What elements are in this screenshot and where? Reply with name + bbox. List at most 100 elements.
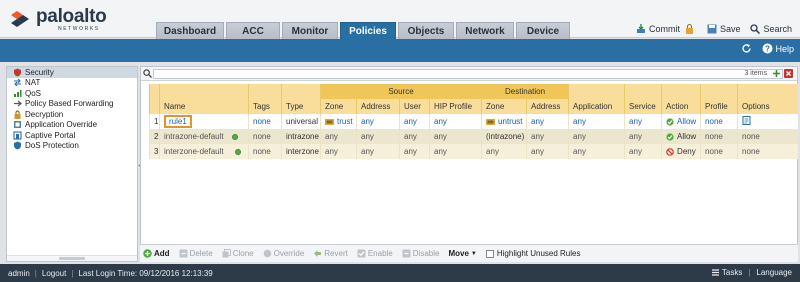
commit-lock-button[interactable] bbox=[685, 24, 697, 34]
destination-address-cell[interactable]: any bbox=[526, 129, 569, 144]
clone-button[interactable]: Clone bbox=[222, 249, 254, 258]
tab-acc[interactable]: ACC bbox=[226, 22, 280, 39]
sidebar-item-dos-protection[interactable]: DoS Protection bbox=[7, 141, 137, 152]
sidebar-item-application-override[interactable]: Application Override bbox=[7, 120, 137, 131]
clear-filter-icon[interactable] bbox=[784, 69, 793, 78]
add-button[interactable]: Add bbox=[143, 249, 170, 258]
language-button[interactable]: Language bbox=[756, 268, 792, 277]
column-header-source-address[interactable]: Address bbox=[356, 99, 400, 114]
sidebar-scrollbar[interactable] bbox=[7, 255, 137, 261]
type-cell[interactable]: interzone bbox=[281, 144, 321, 159]
options-cell[interactable] bbox=[737, 114, 798, 129]
logout-link[interactable]: Logout bbox=[42, 269, 66, 278]
apply-filter-icon[interactable] bbox=[772, 69, 781, 78]
override-button[interactable]: Override bbox=[263, 249, 304, 258]
column-header-name[interactable]: Name bbox=[159, 84, 249, 114]
tags-cell[interactable]: none bbox=[248, 129, 282, 144]
column-header-profile[interactable]: Profile bbox=[700, 84, 738, 114]
sidebar-item-captive-portal[interactable]: Captive Portal bbox=[7, 130, 137, 141]
sidebar-item-decryption[interactable]: Decryption bbox=[7, 109, 137, 120]
source-zone-cell[interactable]: trust bbox=[320, 114, 357, 129]
refresh-icon[interactable] bbox=[741, 43, 752, 54]
application-cell[interactable]: any bbox=[568, 129, 625, 144]
filter-input[interactable] bbox=[153, 69, 783, 79]
tab-policies[interactable]: Policies bbox=[340, 22, 396, 39]
rule-name-link[interactable]: rule1 bbox=[164, 115, 192, 128]
source-address-cell[interactable]: any bbox=[356, 144, 400, 159]
table-row[interactable]: 3 interzone-default none interzone any a… bbox=[149, 144, 798, 159]
action-cell[interactable]: Allow bbox=[661, 114, 701, 129]
source-user-cell[interactable]: any bbox=[399, 114, 430, 129]
highlight-unused-rules-checkbox[interactable]: Highlight Unused Rules bbox=[485, 249, 580, 258]
hip-profile-cell[interactable]: any bbox=[428, 129, 482, 144]
options-cell[interactable]: none bbox=[737, 144, 798, 159]
source-address-cell[interactable]: any bbox=[356, 114, 400, 129]
source-zone-cell[interactable]: any bbox=[320, 129, 357, 144]
disable-button[interactable]: Disable bbox=[402, 249, 439, 258]
column-header-action[interactable]: Action bbox=[661, 84, 701, 114]
type-cell[interactable]: universal bbox=[281, 114, 321, 129]
search-button[interactable]: Search bbox=[750, 24, 792, 34]
action-cell[interactable]: Deny bbox=[661, 144, 701, 159]
column-header-options[interactable]: Options bbox=[737, 84, 798, 114]
profile-cell[interactable]: none bbox=[700, 114, 738, 129]
source-user-cell[interactable]: any bbox=[399, 129, 430, 144]
tab-objects[interactable]: Objects bbox=[398, 22, 454, 39]
column-header-source-user[interactable]: User bbox=[399, 99, 430, 114]
source-user-cell[interactable]: any bbox=[399, 144, 430, 159]
column-header-service[interactable]: Service bbox=[624, 84, 662, 114]
source-address-cell[interactable]: any bbox=[356, 129, 400, 144]
service-cell[interactable]: any bbox=[624, 114, 662, 129]
column-header-application[interactable]: Application bbox=[568, 84, 625, 114]
hip-profile-cell[interactable]: any bbox=[428, 114, 482, 129]
column-header-destination-address[interactable]: Address bbox=[526, 99, 569, 114]
column-header-source-zone[interactable]: Zone bbox=[320, 99, 357, 114]
sidebar-item-nat[interactable]: NAT bbox=[7, 78, 137, 89]
help-button[interactable]: ? Help bbox=[762, 43, 794, 54]
commit-button[interactable]: Commit bbox=[636, 24, 680, 34]
hip-profile-cell[interactable]: any bbox=[428, 144, 482, 159]
sidebar-item-policy-based-forwarding[interactable]: Policy Based Forwarding bbox=[7, 99, 137, 110]
action-cell[interactable]: Allow bbox=[661, 129, 701, 144]
tab-network[interactable]: Network bbox=[456, 22, 514, 39]
table-row[interactable]: 1 rule1 none universal trust any any any… bbox=[149, 114, 798, 129]
source-zone-cell[interactable]: any bbox=[320, 144, 357, 159]
destination-address-cell[interactable]: any bbox=[526, 144, 569, 159]
destination-address-cell[interactable]: any bbox=[526, 114, 569, 129]
destination-zone-cell[interactable]: any bbox=[481, 144, 527, 159]
service-cell[interactable]: any bbox=[624, 144, 662, 159]
type-cell[interactable]: intrazone bbox=[281, 129, 321, 144]
brand-name: paloalto bbox=[36, 5, 107, 27]
column-header-tags[interactable]: Tags bbox=[248, 84, 282, 114]
enable-label: Enable bbox=[367, 249, 393, 258]
save-button[interactable]: Save bbox=[707, 24, 740, 34]
column-header-hip-profile[interactable]: HIP Profile bbox=[428, 99, 482, 114]
tab-device[interactable]: Device bbox=[516, 22, 570, 39]
tasks-button[interactable]: Tasks bbox=[711, 268, 742, 277]
rule-name-cell[interactable]: rule1 bbox=[159, 114, 249, 129]
sidebar-item-security[interactable]: Security bbox=[7, 67, 137, 78]
tab-monitor[interactable]: Monitor bbox=[282, 22, 338, 39]
tags-cell[interactable]: none bbox=[248, 144, 282, 159]
application-cell[interactable]: any bbox=[568, 114, 625, 129]
service-cell[interactable]: any bbox=[624, 129, 662, 144]
rule-name-cell[interactable]: intrazone-default bbox=[159, 129, 249, 144]
destination-zone-cell[interactable]: untrust bbox=[481, 114, 527, 129]
column-header-type[interactable]: Type bbox=[281, 84, 321, 114]
enable-button[interactable]: Enable bbox=[357, 249, 393, 258]
move-dropdown[interactable]: Move ▼ bbox=[448, 249, 476, 258]
rule-name-cell[interactable]: interzone-default bbox=[159, 144, 249, 159]
profile-cell[interactable]: none bbox=[700, 144, 738, 159]
revert-button[interactable]: Revert bbox=[313, 249, 348, 258]
table-row[interactable]: 2 intrazone-default none intrazone any a… bbox=[149, 129, 798, 144]
delete-button[interactable]: Delete bbox=[179, 249, 213, 258]
options-cell[interactable]: none bbox=[737, 129, 798, 144]
tab-dashboard[interactable]: Dashboard bbox=[156, 22, 224, 39]
column-header-destination-zone[interactable]: Zone bbox=[481, 99, 527, 114]
sidebar-item-qos[interactable]: QoS bbox=[7, 88, 137, 99]
tags-cell[interactable]: none bbox=[248, 114, 282, 129]
application-cell[interactable]: any bbox=[568, 144, 625, 159]
profile-cell[interactable]: none bbox=[700, 129, 738, 144]
checkbox-box[interactable] bbox=[485, 249, 494, 258]
destination-zone-cell[interactable]: (intrazone) bbox=[481, 129, 527, 144]
